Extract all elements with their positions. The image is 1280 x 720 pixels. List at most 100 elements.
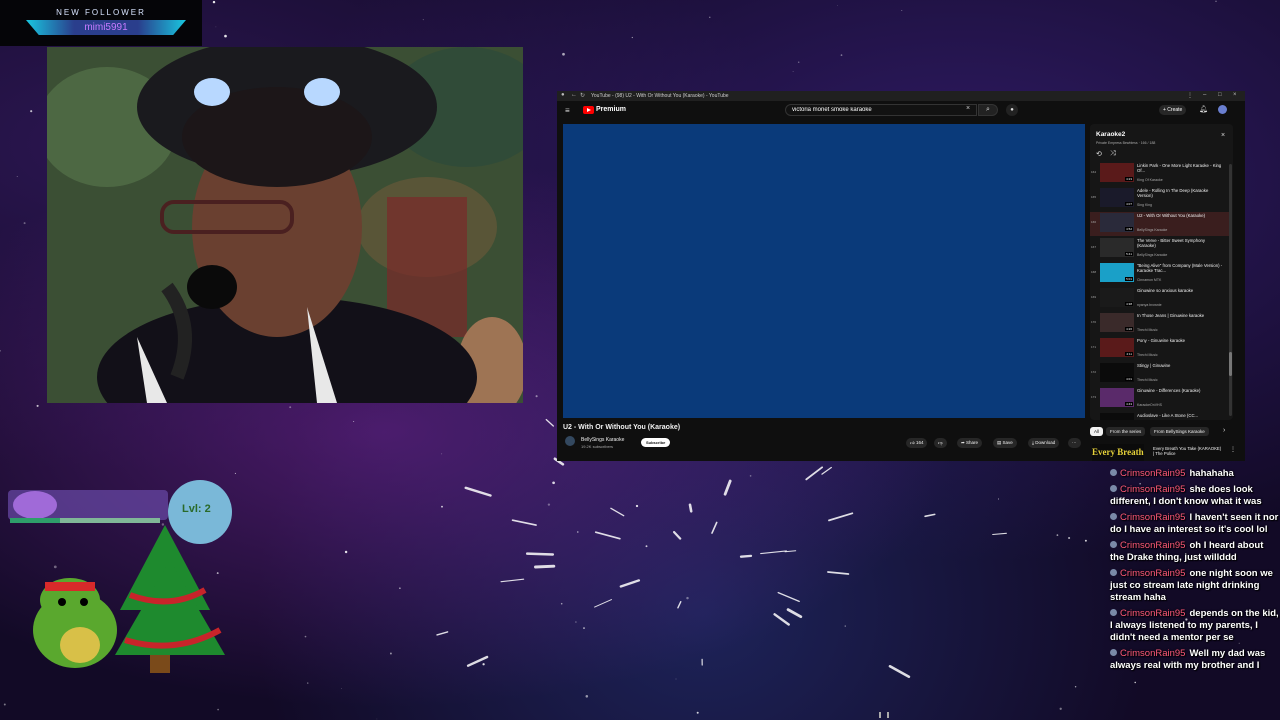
playlist-item-thumbnail[interactable]: 4:52 xyxy=(1100,213,1134,232)
playlist-item-title[interactable]: U2 - With Or Without You (Karaoke) xyxy=(1137,213,1225,218)
warp-streak xyxy=(992,532,1007,536)
playlist-item-thumbnail[interactable]: 4:07 xyxy=(1100,188,1134,207)
playlist-item-thumbnail[interactable] xyxy=(1100,413,1134,420)
download-button[interactable]: ⤓ Download xyxy=(1028,438,1060,448)
close-icon[interactable]: × xyxy=(1233,92,1237,98)
chat-badge-icon xyxy=(1110,485,1117,492)
playlist-item-title[interactable]: In Those Jeans | Ginuwine karaoke xyxy=(1137,313,1225,318)
playlist-item-index: 170 xyxy=(1091,320,1097,324)
playlist-item-thumbnail[interactable]: 4:11 xyxy=(1100,338,1134,357)
channel-avatar[interactable] xyxy=(565,436,575,446)
more-icon[interactable]: ⋮ xyxy=(1187,92,1193,99)
star xyxy=(585,695,589,698)
notifications-bell-icon[interactable]: 🔔︎ xyxy=(1199,105,1208,113)
search-input[interactable] xyxy=(785,104,977,116)
playlist-scrollbar[interactable] xyxy=(1229,164,1232,416)
playlist-item-title[interactable]: "Being Alive" from Company (Male Version… xyxy=(1137,263,1225,273)
playlist-item-thumbnail[interactable]: 4:23 xyxy=(1100,163,1134,182)
playlist-item-thumbnail[interactable]: 4:38 xyxy=(1100,288,1134,307)
playlist-item-thumbnail[interactable]: 5:41 xyxy=(1100,238,1134,257)
warp-streak xyxy=(827,571,850,575)
chat-username: CrimsonRain95 xyxy=(1120,568,1186,579)
save-label: Save xyxy=(1002,440,1013,445)
star xyxy=(1215,0,1217,2)
playlist-item-title[interactable]: Stingy | Ginuwine xyxy=(1137,363,1225,368)
playlist-item[interactable]: 166 4:52 U2 - With Or Without You (Karaoke… xyxy=(1090,212,1230,236)
video-player[interactable] xyxy=(563,124,1085,418)
star xyxy=(635,504,639,508)
hamburger-menu-icon[interactable]: ≡ xyxy=(565,106,570,115)
star xyxy=(749,475,752,477)
playlist-item-title[interactable]: Audioslave - Like A Stone (CC... xyxy=(1137,413,1225,418)
like-button[interactable]: 👍︎ 164 xyxy=(906,438,928,448)
playlist-item[interactable]: 171 4:11 Pony - Ginuwine karaoke Thechi Mus… xyxy=(1090,337,1230,361)
playlist-item[interactable]: 167 5:41 The Verve - Bitter Sweet Symphony… xyxy=(1090,237,1230,261)
playlist-scroll-thumb[interactable] xyxy=(1229,352,1232,376)
chip-from-the-series[interactable]: From the series xyxy=(1106,427,1146,436)
playlist-item-title[interactable]: Pony - Ginuwine karaoke xyxy=(1137,338,1225,343)
premium-label[interactable]: Premium xyxy=(596,106,626,113)
search-button[interactable]: ⌕ xyxy=(978,104,998,116)
stream-pet-widget: Lvl: 2 xyxy=(0,480,250,690)
minimize-icon[interactable]: – xyxy=(1203,92,1206,98)
youtube-logo-icon[interactable] xyxy=(583,106,594,114)
playlist-item[interactable]: 174Audioslave - Like A Stone (CC... xyxy=(1090,412,1230,420)
account-avatar[interactable] xyxy=(1218,105,1227,114)
create-button[interactable]: + Create xyxy=(1159,105,1187,115)
shuffle-icon[interactable]: ⤨ xyxy=(1110,150,1116,158)
playlist-item-title[interactable]: Adele - Rolling In The Deep (Karaoke Ver… xyxy=(1137,188,1225,198)
playlist-item-thumbnail[interactable]: 5:01 xyxy=(1100,263,1134,282)
subscribe-button[interactable]: Subscribe xyxy=(641,438,671,447)
dislike-button[interactable]: 👎︎ xyxy=(934,438,947,448)
star xyxy=(645,545,648,548)
playlist-item[interactable]: 165 4:07 Adele - Rolling In The Deep (Kara… xyxy=(1090,187,1230,211)
playlist-item[interactable]: 172 4:01 Stingy | Ginuwine Thechi Music xyxy=(1090,362,1230,386)
star xyxy=(212,0,216,4)
playlist-item[interactable]: 168 5:01 "Being Alive" from Company (Male … xyxy=(1090,262,1230,286)
playlist-item[interactable]: 170 4:26 In Those Jeans | Ginuwine karaoke… xyxy=(1090,312,1230,336)
mic-button[interactable]: ● xyxy=(1006,104,1018,116)
playlist-item-thumbnail[interactable]: 4:26 xyxy=(1100,313,1134,332)
star xyxy=(1056,534,1059,536)
channel-name[interactable]: BellySings Karaoke xyxy=(581,437,624,443)
chevron-right-icon[interactable]: › xyxy=(1223,427,1225,434)
chip-from-channel[interactable]: From BellySings Karaoke xyxy=(1150,427,1209,436)
maximize-icon[interactable]: □ xyxy=(1218,92,1222,98)
playlist-close-icon[interactable]: × xyxy=(1221,132,1225,139)
chat-badge-icon xyxy=(1110,569,1117,576)
playlist-item-title[interactable]: Linkin Park - One More Light Karaoke - K… xyxy=(1137,163,1225,173)
playlist-title[interactable]: Karaoke2 xyxy=(1096,131,1125,138)
recommendation-thumbnail[interactable]: Every Breath xyxy=(1092,444,1144,461)
playlist-item[interactable]: 164 4:23 Linkin Park - One More Light Kara… xyxy=(1090,162,1230,186)
save-button[interactable]: ▤ Save xyxy=(993,438,1017,448)
playlist-item[interactable]: 169 4:38 Ginuwine so anxious karaoke nyanya… xyxy=(1090,287,1230,311)
clear-search-icon[interactable]: × xyxy=(966,105,970,112)
star xyxy=(376,718,378,720)
chat-username: CrimsonRain95 xyxy=(1120,540,1186,551)
playlist-item-thumbnail[interactable]: 4:43 xyxy=(1100,388,1134,407)
playlist-item-thumbnail[interactable]: 4:01 xyxy=(1100,363,1134,382)
chat-username: CrimsonRain95 xyxy=(1120,468,1186,479)
star xyxy=(997,498,1000,500)
playlist-item-index: 165 xyxy=(1091,195,1097,199)
share-button[interactable]: ➦ Share xyxy=(957,438,983,448)
more-actions-button[interactable]: ⋯ xyxy=(1068,438,1081,448)
tab-title: YouTube - (98) U2 - With Or Without You … xyxy=(591,93,729,99)
star xyxy=(797,61,800,63)
warp-streak xyxy=(786,608,803,619)
playlist-item-channel: Thechi Music xyxy=(1137,378,1158,382)
warp-streak xyxy=(760,550,787,555)
chip-all[interactable]: All xyxy=(1090,427,1104,436)
playlist-item-title[interactable]: The Verve - Bitter Sweet Symphony (Karao… xyxy=(1137,238,1225,248)
playlist-item[interactable]: 173 4:43 Ginuwine - Differences (Karaoke) K… xyxy=(1090,387,1230,411)
loop-icon[interactable]: ⟲ xyxy=(1096,150,1102,158)
playlist-item-title[interactable]: Ginuwine - Differences (Karaoke) xyxy=(1137,388,1225,393)
recommendation-title[interactable]: Every Breath You Take (KARAOKE) | The Po… xyxy=(1153,446,1223,456)
chat-badge-icon xyxy=(1110,609,1117,616)
playlist-item-title[interactable]: Ginuwine so anxious karaoke xyxy=(1137,288,1225,293)
star xyxy=(304,635,307,638)
back-arrow-icon[interactable]: ← xyxy=(571,92,577,98)
more-vertical-icon[interactable]: ⋮ xyxy=(1230,446,1236,453)
chat-message: CrimsonRain95 one night soon we just co s… xyxy=(1110,568,1280,604)
reload-icon[interactable]: ↻ xyxy=(580,92,585,99)
